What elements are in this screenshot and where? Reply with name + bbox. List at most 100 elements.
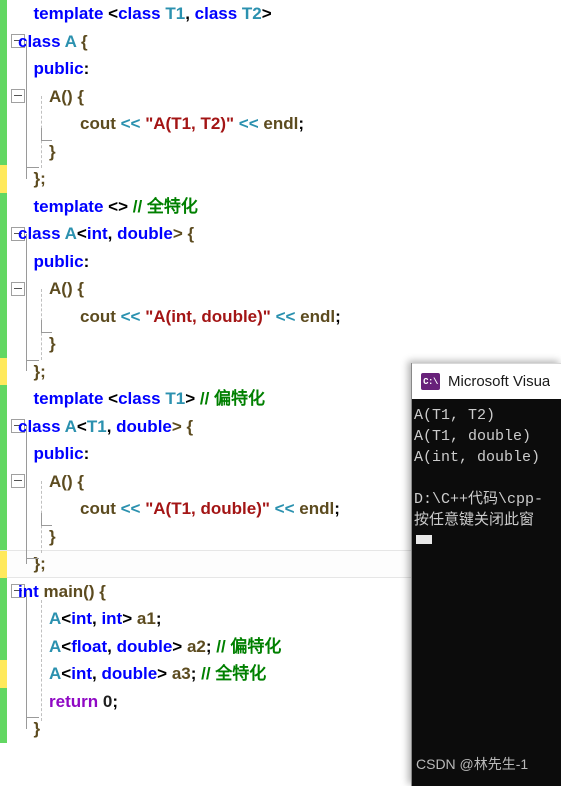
code-token: public [33, 444, 84, 463]
code-token: A [64, 224, 77, 243]
code-token: < [108, 4, 119, 23]
code-text: }; [34, 358, 46, 386]
change-bar [0, 192, 7, 220]
code-token: template [33, 4, 109, 23]
code-token: > [261, 4, 272, 23]
code-token: cout [80, 499, 121, 518]
code-line[interactable]: cout << "A(int, double)" << endl; [0, 302, 561, 331]
code-line[interactable]: A() { [0, 275, 561, 303]
code-text: template <class T1> // 偏特化 [34, 385, 266, 413]
code-token: A() { [49, 86, 84, 106]
code-token: ; [335, 306, 341, 326]
code-token: template [33, 196, 109, 216]
csdn-watermark: CSDN @林先生-1 [416, 756, 529, 772]
change-bar [0, 275, 7, 303]
code-text: A() { [49, 83, 84, 111]
code-line[interactable]: public: [0, 55, 561, 83]
code-line[interactable]: public: [0, 247, 561, 276]
code-line[interactable]: A() { [0, 82, 561, 111]
change-bar [0, 165, 7, 193]
code-text: class A { [18, 28, 88, 56]
change-bar [0, 55, 7, 83]
code-token: int [71, 609, 92, 628]
code-line[interactable]: class A<int, double> { [0, 220, 561, 248]
console-line: A(int, double) [414, 449, 541, 466]
change-bar [0, 220, 7, 248]
console-titlebar[interactable]: C:\ Microsoft Visua [412, 363, 561, 399]
code-text: A<int, double> a3; // 全特化 [49, 660, 266, 688]
code-token: < [108, 389, 119, 408]
console-app-icon: C:\ [421, 373, 440, 390]
code-text: } [49, 330, 56, 358]
code-token: a1 [136, 609, 156, 628]
code-text: cout << "A(T1, T2)" << endl; [80, 110, 304, 138]
outline-guide-end [26, 347, 39, 361]
console-output[interactable]: A(T1, T2) A(T1, double) A(int, double) D:\C… [412, 399, 561, 544]
code-token: }; [33, 361, 46, 381]
code-text: cout << "A(T1, double)" << endl; [80, 495, 340, 523]
code-token: , [106, 416, 117, 436]
code-line[interactable]: } [0, 330, 561, 358]
code-line[interactable]: template <class T1, class T2> [0, 0, 561, 28]
change-bar [0, 330, 7, 358]
code-text: A() { [49, 468, 84, 496]
code-text: template <> // 全特化 [34, 193, 198, 221]
change-bar [0, 0, 7, 28]
fold-toggle-icon[interactable] [11, 89, 25, 103]
code-line[interactable]: } [0, 137, 561, 165]
code-line[interactable]: cout << "A(T1, T2)" << endl; [0, 110, 561, 138]
code-token: : [83, 444, 90, 463]
code-token: a2 [186, 636, 206, 656]
code-token: public [33, 59, 84, 78]
console-window[interactable]: C:\ Microsoft Visua A(T1, T2) A(T1, doubl… [411, 363, 561, 786]
change-bar [0, 495, 7, 523]
code-token: } [49, 526, 56, 546]
code-token: main() { [43, 581, 106, 601]
code-token: ; [190, 664, 202, 683]
change-bar [0, 82, 7, 110]
code-token: < [61, 609, 72, 628]
code-token: { [76, 31, 88, 51]
code-line[interactable]: }; [0, 165, 561, 193]
code-text: cout << "A(int, double)" << endl; [80, 303, 341, 331]
fold-toggle-icon[interactable] [11, 474, 25, 488]
code-token: double [117, 224, 173, 243]
code-token: > [157, 664, 172, 683]
code-token: int [86, 224, 108, 243]
code-line[interactable]: template <> // 全特化 [0, 192, 561, 221]
code-token: T2 [241, 4, 262, 23]
outline-guide [26, 426, 27, 564]
change-bar [0, 687, 7, 715]
code-text: } [34, 715, 41, 743]
fold-toggle-icon[interactable] [11, 281, 25, 296]
code-token: class [118, 4, 166, 23]
code-token: , [107, 224, 118, 243]
code-token: // 全特化 [201, 664, 267, 683]
code-token: , [107, 636, 117, 656]
code-token: A [64, 416, 77, 436]
change-bar [0, 247, 7, 275]
outline-guide-end [41, 512, 52, 526]
code-token: // 偏特化 [216, 636, 282, 656]
code-line[interactable]: class A { [0, 27, 561, 56]
code-text: A() { [49, 275, 84, 303]
console-line: D:\C++代码\cpp- [414, 491, 544, 508]
code-token: << [120, 114, 146, 133]
code-token: "A(T1, T2)" [145, 114, 235, 133]
code-token: > [172, 636, 187, 656]
code-text: class A<T1, double> { [18, 413, 193, 441]
code-text: public: [34, 248, 90, 276]
change-bar [0, 385, 7, 413]
code-token: < [76, 224, 87, 243]
code-token: class [118, 389, 166, 408]
change-bar [0, 660, 7, 688]
change-bar [0, 110, 7, 138]
code-token: <> [108, 196, 133, 216]
code-token: template [33, 389, 109, 408]
code-token: int [71, 664, 92, 683]
code-token: < [61, 664, 72, 683]
code-token: , [185, 4, 195, 23]
code-text: template <class T1, class T2> [34, 0, 272, 28]
change-bar [0, 577, 7, 605]
outline-guide-end [41, 320, 52, 333]
